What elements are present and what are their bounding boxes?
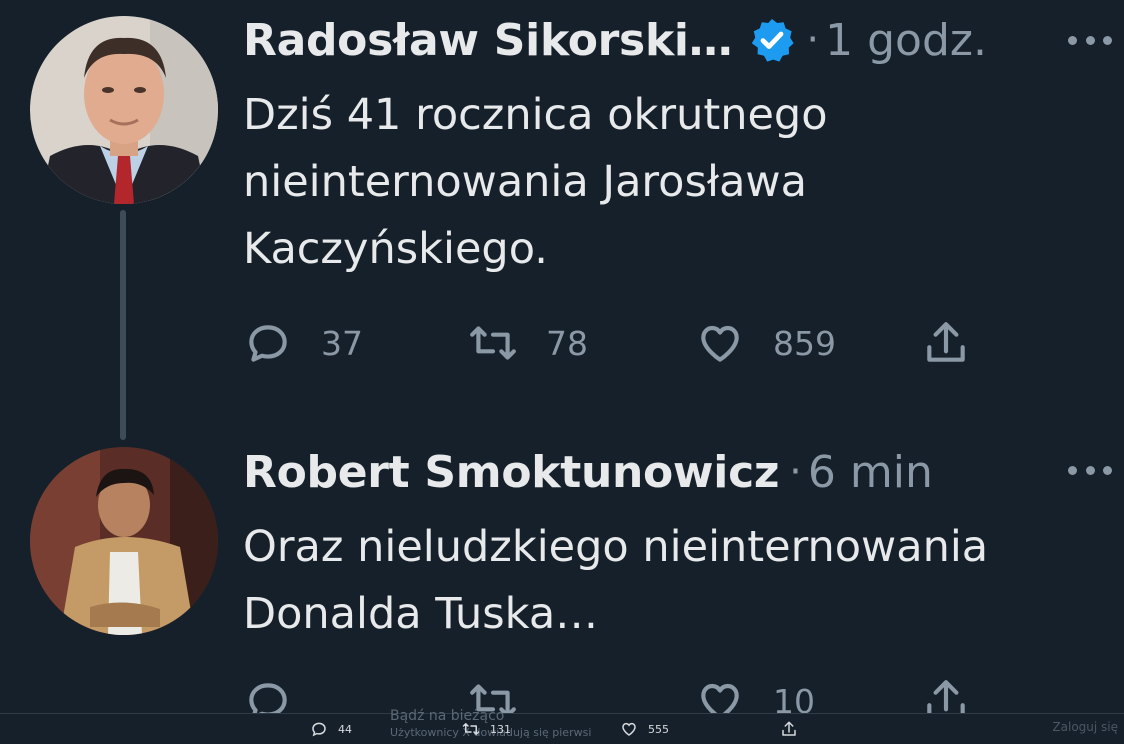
retweet-icon [470, 326, 516, 360]
tweet-header: Radosław Sikorski… · 1 godz. [243, 12, 987, 68]
tweet-text: Oraz nieludzkiego nieinternowania Donald… [243, 514, 988, 648]
heart-icon [701, 325, 739, 362]
avatar-photo [30, 16, 218, 204]
like-count: 859 [773, 323, 836, 363]
mini-like-button[interactable]: 555 [620, 720, 669, 738]
login-link[interactable]: Zaloguj się [1052, 720, 1118, 734]
thread-connector-line [120, 210, 126, 440]
avatar-photo [30, 447, 218, 635]
tweet-text-line: Dziś 41 rocznica okrutnego [243, 90, 828, 140]
tweet-actions: 37 78 859 [243, 318, 1003, 368]
tweet-time[interactable]: 1 godz. [825, 15, 987, 66]
mini-like-count: 555 [648, 722, 669, 736]
reply-icon [312, 722, 326, 737]
reply-count: 37 [321, 323, 363, 363]
author-name[interactable]: Robert Smoktunowicz [243, 447, 779, 498]
more-icon[interactable] [1068, 460, 1112, 480]
more-icon[interactable] [1068, 30, 1112, 50]
avatar-radoslaw-sikorski[interactable] [30, 16, 218, 204]
mini-reply-button[interactable]: 44 [310, 720, 352, 738]
tweet-text-line: nieinternowania Jarosława [243, 157, 807, 207]
share-icon [927, 322, 965, 362]
retweet-icon [462, 723, 480, 735]
reply-button[interactable]: 37 [243, 318, 363, 368]
avatar-robert-smoktunowicz[interactable] [30, 447, 218, 635]
share-icon [782, 721, 796, 736]
verified-badge-icon [748, 16, 796, 64]
mini-reply-count: 44 [338, 722, 352, 736]
tweet-text-line: Donalda Tuska… [243, 589, 599, 639]
heart-icon [622, 722, 636, 736]
retweet-count: 78 [546, 323, 588, 363]
separator-dot: · [789, 449, 802, 495]
author-name[interactable]: Radosław Sikorski… [243, 15, 733, 66]
separator-dot: · [806, 17, 820, 63]
mini-retweet-button[interactable]: 131 [462, 720, 511, 738]
tweet-text: Dziś 41 rocznica okrutnego nieinternowan… [243, 82, 828, 283]
bottom-overlay-bar: Bądź na bieżąco Użytkownicy X dowiadują … [0, 708, 1124, 744]
tweet-text-line: Kaczyńskiego. [243, 224, 548, 274]
mini-share-button[interactable] [780, 720, 808, 738]
share-button[interactable] [921, 318, 971, 368]
like-button[interactable]: 859 [695, 318, 836, 368]
tweet-time[interactable]: 6 min [808, 447, 933, 498]
reply-icon [249, 325, 287, 362]
mini-retweet-count: 131 [490, 722, 511, 736]
tweet-header: Robert Smoktunowicz · 6 min [243, 444, 933, 500]
tweet-text-line: Oraz nieludzkiego nieinternowania [243, 522, 989, 572]
retweet-button[interactable]: 78 [468, 318, 588, 368]
